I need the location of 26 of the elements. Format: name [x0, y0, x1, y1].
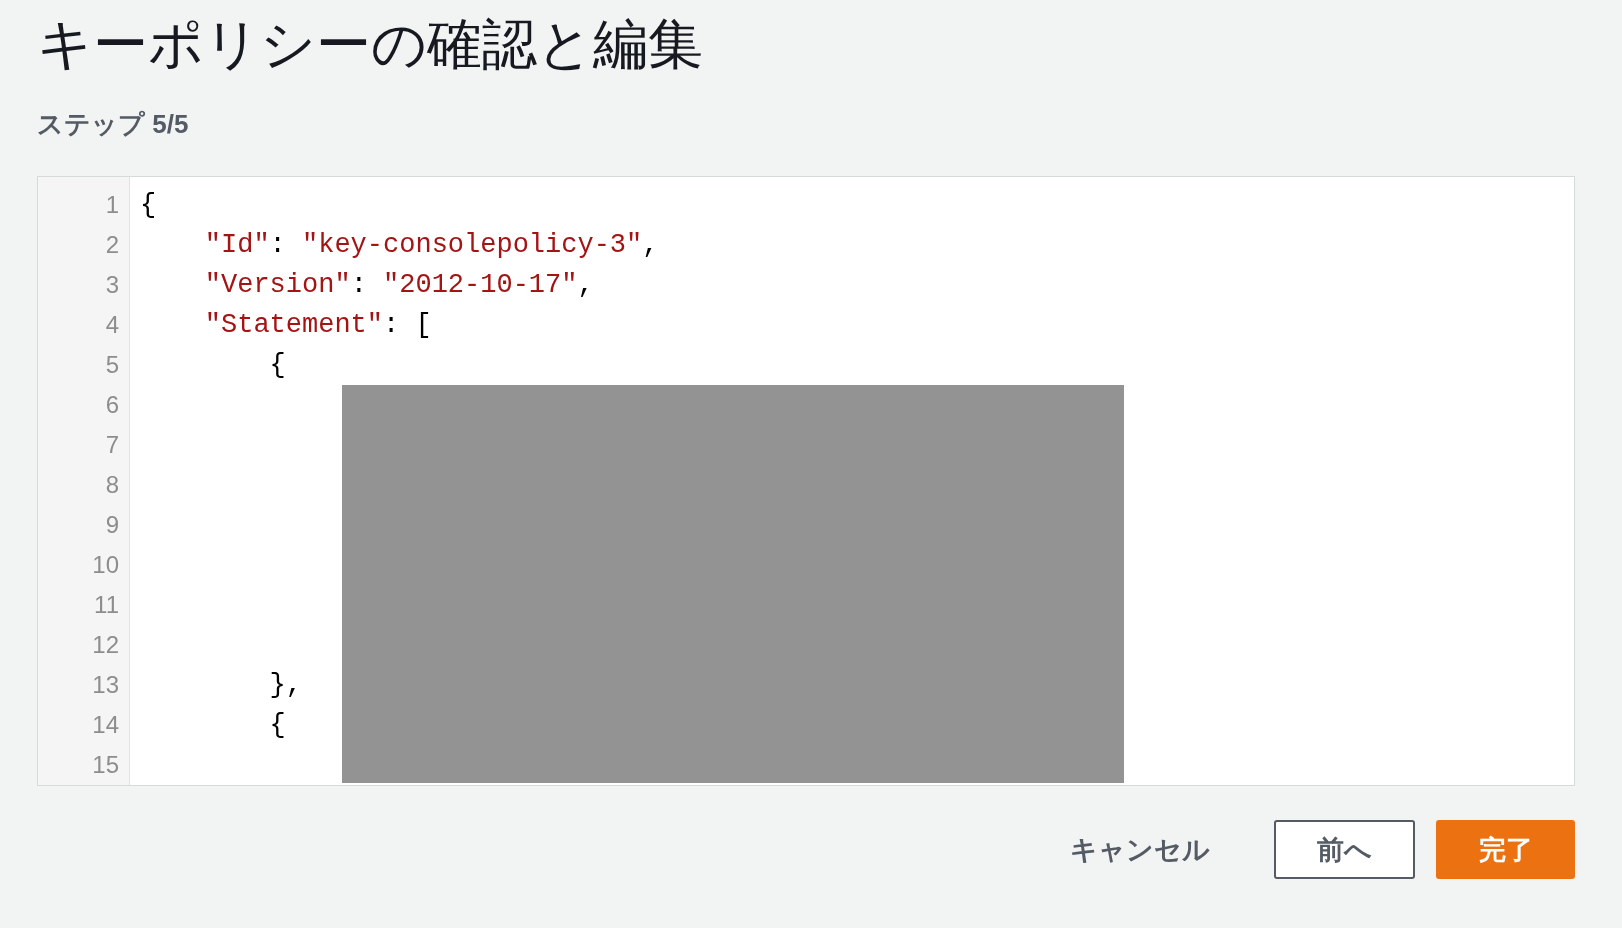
line-number: 4 [105, 311, 119, 339]
code-line: "Version": "2012-10-17", [204, 269, 594, 301]
line-number: 9 [105, 511, 119, 539]
line-number: 11 [94, 591, 119, 619]
line-number: 3 [105, 271, 119, 299]
code-line: { [140, 189, 157, 221]
code-line: "Id": "key-consolepolicy-3", [204, 229, 659, 261]
line-number: 7 [105, 431, 119, 459]
step-indicator: ステップ 5/5 [37, 108, 189, 140]
code-line: { [269, 349, 286, 381]
line-number: 15 [92, 751, 119, 779]
cancel-button[interactable]: キャンセル [1050, 820, 1230, 879]
code-line: { [269, 709, 286, 741]
line-number: 5 [105, 351, 119, 379]
line-number: 13 [92, 671, 119, 699]
line-number: 12 [92, 631, 119, 659]
line-number: 6 [105, 391, 119, 419]
page-title: キーポリシーの確認と編集 [37, 12, 703, 76]
code-line: "Statement": [ [204, 309, 432, 341]
line-number: 2 [105, 231, 119, 259]
line-number: 14 [92, 711, 119, 739]
line-number: 10 [92, 551, 119, 579]
previous-button[interactable]: 前へ [1274, 820, 1415, 879]
code-line: }, [269, 669, 302, 701]
line-number: 8 [105, 471, 119, 499]
line-number: 1 [105, 191, 119, 219]
